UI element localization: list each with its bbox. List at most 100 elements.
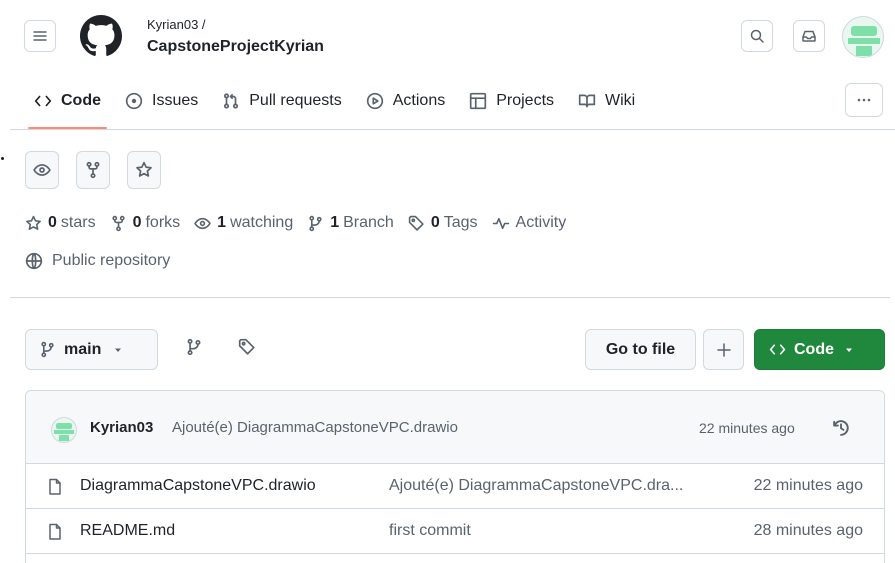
inbox-icon xyxy=(802,30,816,42)
file-commit-time: 22 minutes ago xyxy=(753,477,863,494)
tab-issues-label: Issues xyxy=(152,92,199,109)
go-to-file-button[interactable]: Go to file xyxy=(585,329,696,370)
forks-count: 0 xyxy=(132,214,142,231)
tab-wiki[interactable]: Wiki xyxy=(566,82,647,120)
file-row[interactable]: DiagrammaCapstoneVPC.drawio Ajouté(e) Di… xyxy=(26,464,884,509)
fork-icon xyxy=(86,161,100,179)
tag-icon xyxy=(408,215,424,231)
branch-icon xyxy=(41,341,54,358)
forks-link[interactable]: 0 forks xyxy=(110,214,181,232)
branches-link[interactable]: 1 Branch xyxy=(307,214,394,232)
bullet-dot xyxy=(1,157,4,160)
file-commit-message[interactable]: Ajouté(e) DiagrammaCapstoneVPC.dra... xyxy=(389,477,683,495)
star-button[interactable] xyxy=(127,151,161,189)
tab-actions-label: Actions xyxy=(392,92,446,109)
latest-commit-bar: Kyrian03 Ajouté(e) DiagrammaCapstoneVPC.… xyxy=(26,391,884,464)
repo-name-link[interactable]: CapstoneProjectKyrian xyxy=(147,38,324,56)
user-avatar[interactable] xyxy=(842,16,884,58)
fork-icon xyxy=(111,215,125,231)
kebab-horizontal-icon xyxy=(857,98,871,102)
section-divider xyxy=(10,297,890,298)
repo-owner-link[interactable]: Kyrian03 / xyxy=(147,17,206,32)
table-icon xyxy=(470,92,487,110)
commit-time: 22 minutes ago xyxy=(699,420,795,436)
repo-stats: 0 stars 0 forks 1 watching 1 Branch 0 Ta… xyxy=(25,214,580,232)
branch-name: main xyxy=(64,340,102,358)
pull-request-icon xyxy=(224,93,239,109)
github-logo-icon[interactable] xyxy=(80,15,122,57)
search-icon xyxy=(750,29,764,43)
tab-pull-requests-label: Pull requests xyxy=(249,92,342,109)
caret-down-icon xyxy=(846,348,852,352)
branch-icon xyxy=(187,338,201,356)
star-icon xyxy=(26,215,41,230)
repo-nav-tabs: Code Issues Pull requests Actions Projec… xyxy=(10,82,647,129)
tab-projects-label: Projects xyxy=(496,92,555,109)
more-options-button[interactable] xyxy=(845,83,883,117)
watching-count: 1 xyxy=(217,214,227,231)
code-icon xyxy=(769,344,786,355)
watch-button[interactable] xyxy=(25,151,59,189)
branch-select-button[interactable]: main xyxy=(25,329,158,370)
history-icon xyxy=(833,420,849,436)
file-icon xyxy=(49,523,61,540)
history-button[interactable] xyxy=(831,418,851,438)
activity-link[interactable]: Activity xyxy=(492,214,567,232)
pulse-icon xyxy=(492,217,509,229)
code-button-label: Code xyxy=(794,340,834,358)
repo-header: Kyrian03 / CapstoneProjectKyrian Code Is… xyxy=(10,0,895,130)
visibility-info: Public repository xyxy=(25,252,170,270)
tab-code[interactable]: Code xyxy=(22,82,113,129)
watching-link[interactable]: 1 watching xyxy=(194,214,293,232)
add-file-button[interactable] xyxy=(703,329,744,370)
file-commit-message[interactable]: first commit xyxy=(389,522,471,540)
tags-link[interactable]: 0 Tags xyxy=(408,214,478,232)
play-icon xyxy=(366,92,383,110)
plus-icon xyxy=(716,342,731,357)
inbox-button[interactable] xyxy=(793,20,825,52)
eye-icon xyxy=(194,217,211,229)
file-list: Kyrian03 Ajouté(e) DiagrammaCapstoneVPC.… xyxy=(25,390,885,563)
fork-button[interactable] xyxy=(76,151,110,189)
eye-icon xyxy=(33,164,51,176)
commit-author[interactable]: Kyrian03 xyxy=(90,419,153,436)
tab-issues[interactable]: Issues xyxy=(113,82,210,120)
commit-message[interactable]: Ajouté(e) DiagrammaCapstoneVPC.drawio xyxy=(172,419,458,436)
visibility-label: Public repository xyxy=(52,252,171,269)
tab-wiki-label: Wiki xyxy=(605,92,636,109)
stars-count: 0 xyxy=(48,214,57,231)
tags-label: Tags xyxy=(443,214,478,231)
issue-icon xyxy=(125,92,143,110)
tab-code-label: Code xyxy=(61,92,101,109)
forks-label: forks xyxy=(145,214,181,231)
file-commit-time: 28 minutes ago xyxy=(753,522,863,539)
file-icon xyxy=(49,478,61,495)
file-row[interactable]: README.md first commit 28 minutes ago xyxy=(26,509,884,554)
tab-projects[interactable]: Projects xyxy=(457,82,566,120)
tags-button[interactable] xyxy=(238,338,256,356)
caret-down-icon xyxy=(115,348,122,352)
stars-link[interactable]: 0 stars xyxy=(25,214,96,232)
tab-actions[interactable]: Actions xyxy=(354,82,457,120)
search-button[interactable] xyxy=(741,20,773,52)
tab-pull-requests[interactable]: Pull requests xyxy=(210,82,354,120)
watching-label: watching xyxy=(230,214,294,231)
menu-button[interactable] xyxy=(24,20,56,52)
hamburger-icon xyxy=(33,31,47,41)
file-name[interactable]: DiagrammaCapstoneVPC.drawio xyxy=(80,477,316,495)
code-button[interactable]: Code xyxy=(754,329,885,370)
branches-button[interactable] xyxy=(185,338,203,356)
code-icon xyxy=(34,95,52,107)
branch-icon xyxy=(309,215,322,231)
tag-icon xyxy=(238,338,255,355)
star-icon xyxy=(136,161,152,177)
file-name[interactable]: README.md xyxy=(80,522,175,540)
globe-icon xyxy=(25,252,43,270)
activity-label: Activity xyxy=(515,214,567,231)
tags-count: 0 xyxy=(430,214,440,231)
commit-author-avatar[interactable] xyxy=(51,417,77,443)
branch-label: Branch xyxy=(343,214,394,231)
book-icon xyxy=(578,94,596,108)
branch-count: 1 xyxy=(330,214,340,231)
stars-label: stars xyxy=(60,214,96,231)
